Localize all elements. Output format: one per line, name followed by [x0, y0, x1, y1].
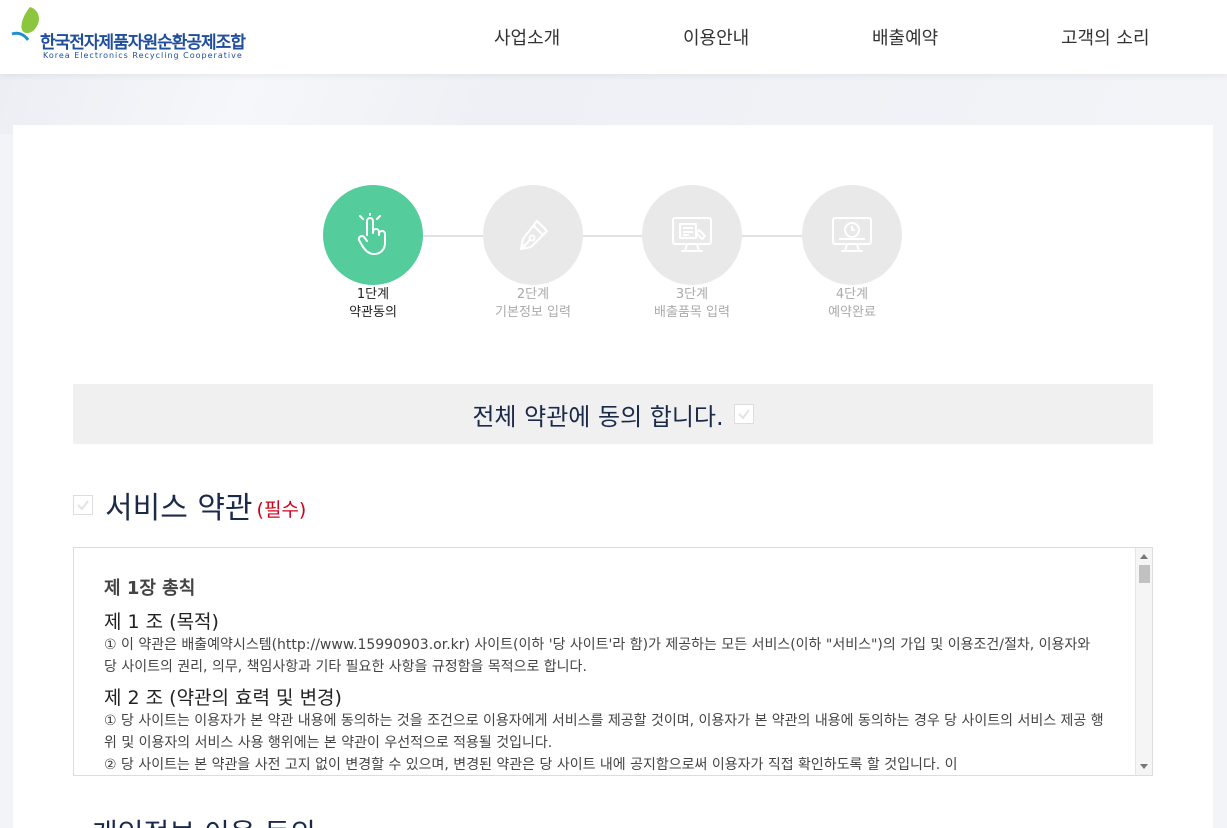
- step-circle: [802, 185, 902, 285]
- site-header: 한국전자제품자원순환공제조합 Korea Electronics Recycli…: [0, 0, 1227, 74]
- step-number: 2단계: [516, 287, 550, 302]
- step-number: 1단계: [356, 287, 390, 302]
- step-circle: [323, 185, 423, 285]
- step-4: 4단계 예약완료: [802, 185, 902, 322]
- scroll-down-arrow-icon[interactable]: [1140, 764, 1148, 769]
- step-2: 2단계 기본정보 입력: [483, 185, 583, 322]
- nav-item-reservation[interactable]: 배출예약: [872, 24, 938, 50]
- terms-content: 제 1장 총칙 제 1 조 (목적) ① 이 약관은 배출예약시스템(http:…: [104, 574, 1104, 775]
- required-badge: (필수): [256, 498, 307, 521]
- monitor-clock-icon: [832, 217, 872, 252]
- privacy-consent-title: 개인정보 이용 동의: [92, 812, 316, 828]
- step-number: 3단계: [675, 287, 709, 302]
- step-name: 배출품목 입력: [654, 305, 730, 320]
- step-circle: [483, 185, 583, 285]
- service-terms-checkbox[interactable]: [73, 495, 93, 515]
- monitor-form-icon: [672, 217, 712, 252]
- progress-steps: 1단계 약관동의 2단계 기본정보 입력 3단계 배출품목 입력 4단계 예약완…: [13, 125, 1213, 345]
- terms-article-title: 제 2 조 (약관의 효력 및 변경): [104, 687, 342, 709]
- terms-paragraph: ① 이 약관은 배출예약시스템(http://www.15990903.or.k…: [104, 637, 1091, 675]
- pen-nib-icon: [520, 220, 548, 250]
- step-connector: [583, 235, 643, 237]
- terms-scroll-box[interactable]: 제 1장 총칙 제 1 조 (목적) ① 이 약관은 배출예약시스템(http:…: [73, 547, 1153, 776]
- step-1: 1단계 약관동의: [323, 185, 423, 322]
- terms-chapter-title: 제 1장 총칙: [104, 578, 196, 599]
- terms-scrollbar[interactable]: [1135, 548, 1152, 775]
- checkmark-icon: [77, 500, 89, 511]
- nav-item-guide[interactable]: 이용안내: [683, 24, 749, 50]
- agree-all-label: 전체 약관에 동의 합니다.: [472, 402, 724, 431]
- terms-article-title: 제 1 조 (목적): [104, 611, 219, 633]
- hand-pointer-icon: [357, 213, 386, 255]
- service-terms-header: 서비스 약관 (필수): [73, 485, 307, 526]
- nav-item-about[interactable]: 사업소개: [494, 24, 560, 50]
- checkmark-icon: [737, 409, 750, 420]
- main-card: 1단계 약관동의 2단계 기본정보 입력 3단계 배출품목 입력 4단계 예약완…: [13, 125, 1213, 828]
- step-name: 예약완료: [828, 305, 876, 320]
- step-3: 3단계 배출품목 입력: [642, 185, 742, 322]
- step-connector: [742, 235, 802, 237]
- agree-all-checkbox[interactable]: [733, 404, 754, 424]
- service-terms-title: 서비스 약관: [105, 491, 253, 526]
- agree-all-bar[interactable]: 전체 약관에 동의 합니다.: [73, 384, 1153, 444]
- step-number: 4단계: [835, 287, 869, 302]
- main-nav: 사업소개 이용안내 배출예약 고객의 소리: [0, 0, 1227, 74]
- step-name: 기본정보 입력: [495, 305, 571, 320]
- step-connector: [423, 235, 483, 237]
- step-name: 약관동의: [349, 305, 397, 320]
- scrollbar-thumb[interactable]: [1139, 565, 1150, 583]
- terms-paragraph: ② 당 사이트는 본 약관을 사전 고지 없이 변경할 수 있으며, 변경된 약…: [104, 757, 958, 773]
- step-circle: [642, 185, 742, 285]
- nav-item-customer-voice[interactable]: 고객의 소리: [1061, 24, 1150, 50]
- scroll-up-arrow-icon[interactable]: [1140, 554, 1148, 559]
- terms-paragraph: ① 당 사이트는 이용자가 본 약관 내용에 동의하는 것을 조건으로 이용자에…: [104, 713, 1104, 751]
